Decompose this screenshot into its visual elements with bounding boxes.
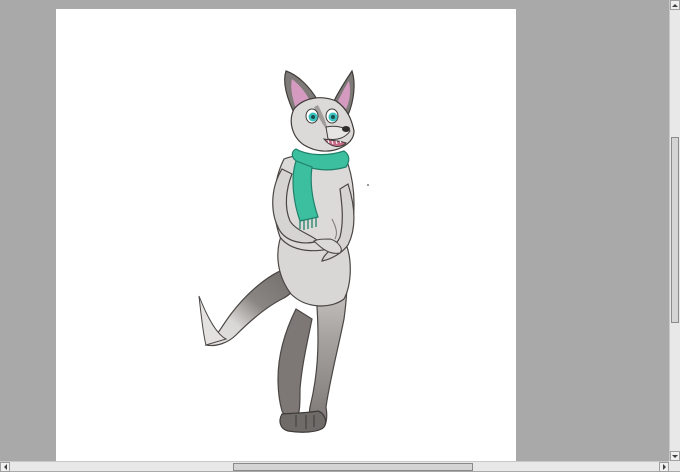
back-leg	[277, 308, 313, 423]
horizontal-scroll-thumb[interactable]	[233, 463, 473, 471]
drawing-canvas[interactable]	[56, 9, 516, 461]
wolf-character-illustration	[198, 69, 369, 433]
canvas-workspace[interactable]	[0, 0, 669, 461]
vertical-scroll-thumb[interactable]	[671, 137, 679, 323]
wolf-head	[284, 69, 355, 152]
arrow-up-icon[interactable]	[670, 0, 680, 10]
horizontal-scrollbar[interactable]	[0, 461, 669, 472]
vertical-scrollbar[interactable]	[669, 0, 680, 461]
arrow-down-icon[interactable]	[670, 451, 680, 461]
scrollbar-corner	[669, 461, 680, 471]
